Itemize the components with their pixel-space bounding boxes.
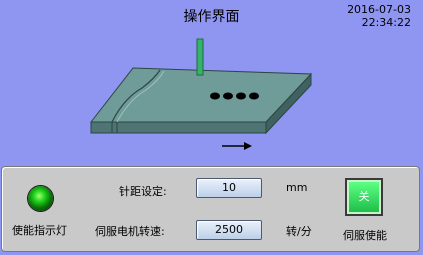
stitch-hole bbox=[249, 92, 259, 100]
stitch-hole bbox=[210, 92, 220, 100]
sewing-table-illustration bbox=[89, 38, 313, 150]
servo-enable-button-label: 关 bbox=[347, 180, 381, 214]
stitch-spacing-input[interactable]: 10 bbox=[196, 178, 262, 198]
control-panel: 使能指示灯 针距设定: 10 mm 伺服电机转速: 2500 转/分 关 伺服使… bbox=[1, 166, 420, 252]
indicator-label: 使能指示灯 bbox=[12, 224, 67, 237]
arrow-right-icon bbox=[222, 142, 252, 150]
stitch-spacing-label: 针距设定: bbox=[119, 185, 167, 198]
motor-speed-input[interactable]: 2500 bbox=[196, 220, 262, 240]
needle bbox=[196, 38, 204, 76]
stitch-spacing-unit: mm bbox=[286, 181, 308, 194]
motor-speed-unit: 转/分 bbox=[286, 225, 312, 238]
enable-indicator-light bbox=[28, 186, 53, 211]
servo-enable-button[interactable]: 关 bbox=[345, 178, 383, 216]
motor-speed-label: 伺服电机转速: bbox=[95, 225, 165, 238]
stitch-hole bbox=[223, 92, 233, 100]
servo-enable-caption: 伺服使能 bbox=[343, 229, 387, 242]
stitch-hole bbox=[236, 92, 246, 100]
